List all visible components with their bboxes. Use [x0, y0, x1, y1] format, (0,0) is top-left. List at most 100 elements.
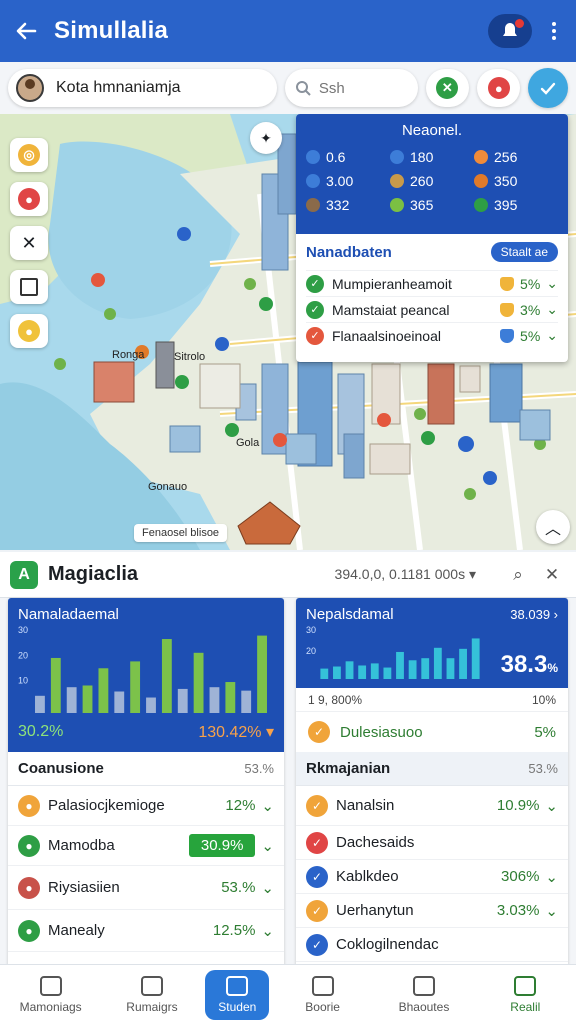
- chart-bar: [408, 660, 417, 679]
- notification-dot: [515, 19, 524, 28]
- shield-icon: [500, 302, 515, 317]
- chart-bar: [177, 688, 188, 713]
- confirm-button[interactable]: [528, 68, 568, 108]
- kpi-right-value[interactable]: 130.42% ▾: [198, 722, 274, 742]
- list-item[interactable]: ✓ Kablkdeo 306% ⌄: [296, 860, 568, 894]
- item-value: 30.9%: [188, 834, 256, 857]
- sub-row[interactable]: ✓ Dulesiasuoo 5%: [296, 712, 568, 752]
- more-menu-button[interactable]: [544, 22, 564, 40]
- overlay-stat: 395: [474, 197, 558, 213]
- nav-item[interactable]: Studen: [205, 969, 270, 1020]
- overlay-row-value: 5%: [520, 275, 541, 292]
- pin-icon: ●: [487, 77, 510, 99]
- item-icon: ●: [18, 919, 40, 942]
- item-value: 306%: [501, 868, 540, 885]
- chart-panel-right: Nepalsdamal 38.039 › 30 20 38.3%: [296, 598, 568, 688]
- chart-bar: [446, 658, 455, 679]
- user-name: Kota hmnaniamja: [56, 79, 181, 96]
- stat-icon: [306, 150, 320, 164]
- chart-bar: [209, 687, 220, 713]
- compass-icon: ✦: [260, 129, 272, 146]
- item-value: 53.%: [221, 879, 256, 896]
- location-button[interactable]: ●: [477, 69, 521, 107]
- nav-item[interactable]: Bhaoutes: [376, 967, 472, 1023]
- chart-bar: [225, 682, 236, 713]
- chevron-down-icon: ⌄: [546, 275, 558, 291]
- compass-button[interactable]: ✦: [250, 122, 282, 154]
- stats-overlay: Neaonel. 0.6 180 256 3.00 260 350 332 365 395 Na…: [296, 114, 568, 362]
- range-selector[interactable]: 394.0,0, 0.1181 000s ▾: [335, 566, 476, 583]
- item-value: 10.9%: [496, 797, 540, 814]
- list-item[interactable]: ● Manealy 12.5% ⌄: [8, 910, 284, 952]
- sheet-search-button[interactable]: ⌕: [504, 565, 532, 585]
- chevron-down-icon: ⌄: [545, 797, 558, 815]
- stat-icon: [474, 198, 488, 212]
- bottom-sheet: A Magiaclia 394.0,0, 0.1181 000s ▾ ⌕ ✕ N…: [0, 552, 576, 968]
- kpi-big-unit: %: [547, 661, 558, 675]
- app-bar: Simullalia: [0, 0, 576, 62]
- sheet-title: Magiaclia: [48, 563, 139, 585]
- list-item[interactable]: ● Riysiasiien 53.% ⌄: [8, 866, 284, 910]
- overlay-list-header: Nanadbaten: [306, 243, 392, 261]
- chart-bar: [396, 651, 404, 679]
- chart-top-value[interactable]: 38.039 ›: [510, 607, 558, 622]
- stats-overlay-header: Neaonel. 0.6 180 256 3.00 260 350 332 365 395: [296, 114, 568, 234]
- map-tool-tools[interactable]: ✕: [10, 226, 48, 260]
- stat-icon: [390, 150, 404, 164]
- overlay-row[interactable]: ✓ Flanaalsinoeinoal 5% ⌄: [306, 322, 558, 348]
- stat-value: 256: [494, 149, 518, 165]
- shield-icon: [500, 328, 515, 343]
- marker-icon: ●: [18, 188, 40, 210]
- overlay-stat: 260: [390, 173, 474, 189]
- item-label: Mamodba: [48, 837, 115, 854]
- chevron-up-icon: ︿: [544, 521, 561, 538]
- axis-tick-label: 30: [18, 625, 28, 635]
- list-item[interactable]: ● Mamodba 30.9% ⌄: [8, 826, 284, 866]
- back-button[interactable]: [12, 17, 40, 45]
- city-map[interactable]: Gonauo Gola Ronga Sitrolo ◎ ● ✕ ● ✦ Neao…: [0, 114, 576, 550]
- chart-bar: [358, 665, 367, 679]
- axis-tick-label: 10: [18, 676, 28, 686]
- map-tool-locate[interactable]: ◎: [10, 138, 48, 172]
- list-item[interactable]: ● Palasiocjkemioge 12% ⌄: [8, 786, 284, 826]
- chart-bar: [193, 652, 204, 713]
- map-tool-marker[interactable]: ●: [10, 182, 48, 216]
- chevron-down-icon: ⌄: [261, 922, 274, 940]
- nav-item[interactable]: Mamoniags: [3, 967, 99, 1023]
- nav-item[interactable]: Rumaigrs: [104, 967, 200, 1023]
- chart-panel-left: Namaladaemal 30 20 10 30.2% 130.42% ▾: [8, 598, 284, 752]
- item-icon: ✓: [306, 831, 328, 854]
- axis-tick-label: 20: [18, 650, 28, 660]
- item-label: Dachesaids: [336, 834, 415, 851]
- map-caption: Fenaosel blisoe: [134, 524, 228, 542]
- close-icon: ✕: [544, 564, 560, 584]
- stat-value: 3.00: [326, 173, 354, 189]
- overlay-stat: 365: [390, 197, 474, 213]
- list-header: Rkmajanian 53.%: [296, 752, 568, 786]
- chart-title: Namaladaemal: [18, 606, 119, 623]
- overlay-row[interactable]: ✓ Mamstaiat peancal 3% ⌄: [306, 296, 558, 322]
- list-item[interactable]: ✓ Uerhanytun 3.03% ⌄: [296, 894, 568, 928]
- chart-bar: [241, 690, 252, 713]
- search-box[interactable]: [284, 69, 418, 107]
- list-item[interactable]: ✓ Coklogilnendac: [296, 928, 568, 962]
- overlay-badge[interactable]: Staalt ae: [490, 242, 558, 262]
- notification-button[interactable]: [488, 14, 532, 48]
- sheet-close-button[interactable]: ✕: [538, 565, 566, 585]
- stat-value: 365: [410, 197, 434, 213]
- map-tool-pin[interactable]: ●: [10, 314, 48, 348]
- nav-item[interactable]: Realil: [477, 967, 573, 1023]
- map-collapse-button[interactable]: ︿: [536, 510, 570, 544]
- axis-tick-label: 20: [306, 646, 316, 656]
- list-item[interactable]: ✓ Dachesaids: [296, 826, 568, 860]
- search-input[interactable]: [318, 79, 399, 97]
- chevron-down-icon: ⌄: [545, 902, 558, 920]
- map-label: Ronga: [112, 349, 145, 361]
- map-tool-layers[interactable]: [10, 270, 48, 304]
- chart-bar: [50, 657, 61, 713]
- approve-button[interactable]: ✕: [425, 69, 470, 107]
- user-chip[interactable]: Kota hmnaniamja: [8, 69, 277, 107]
- list-item[interactable]: ✓ Nanalsin 10.9% ⌄: [296, 786, 568, 826]
- overlay-row[interactable]: ✓ Mumpieranheamoit 5% ⌄: [306, 270, 558, 296]
- nav-item[interactable]: Boorie: [275, 967, 371, 1023]
